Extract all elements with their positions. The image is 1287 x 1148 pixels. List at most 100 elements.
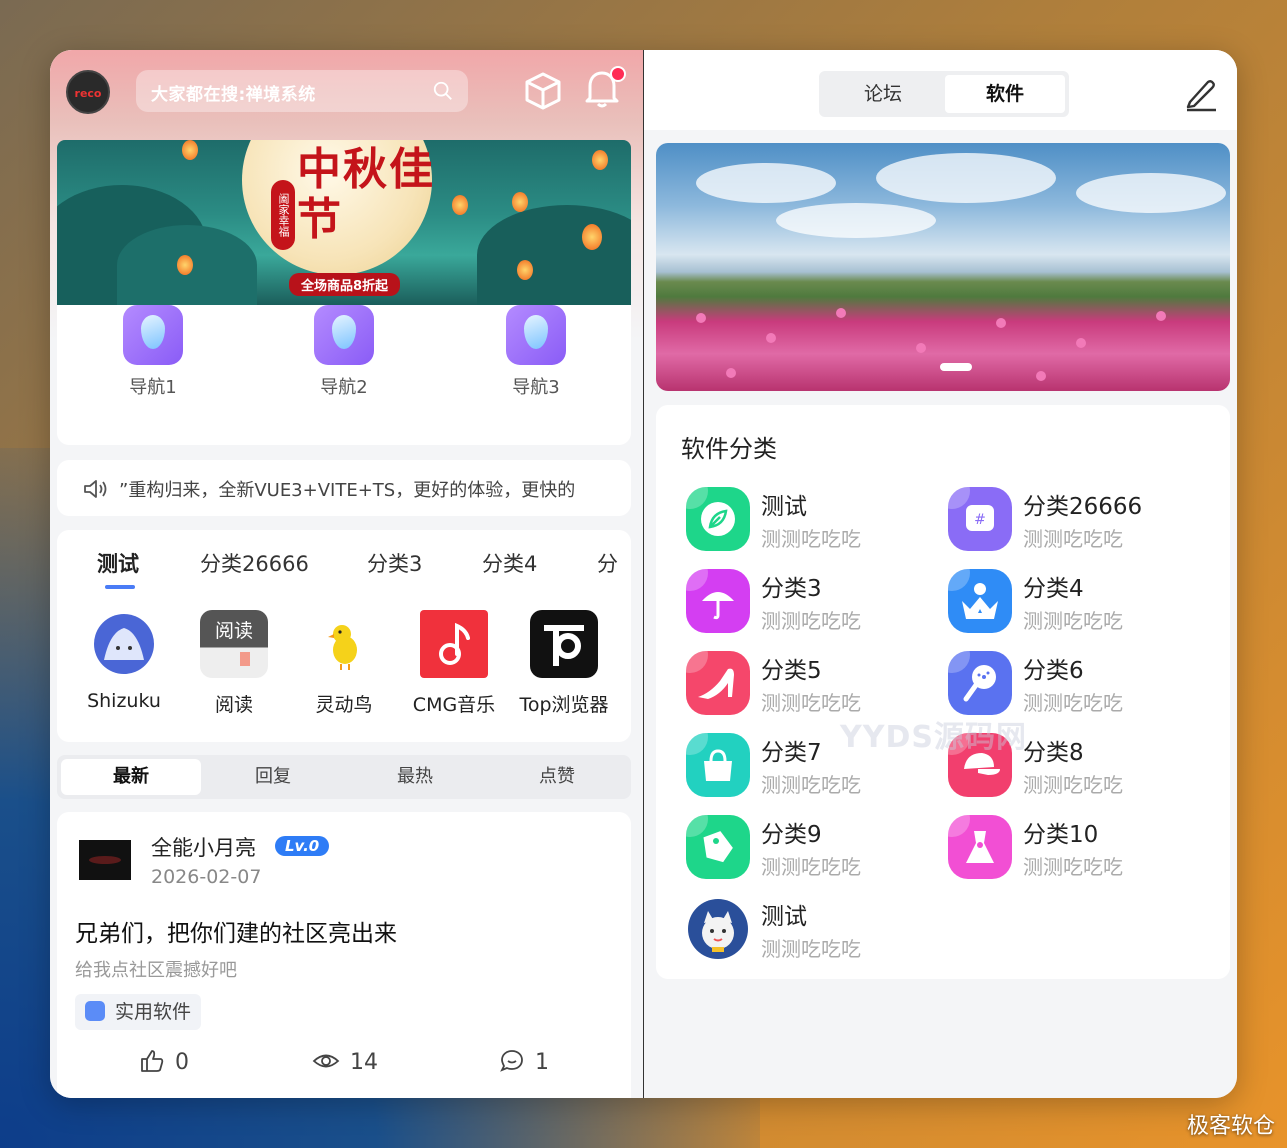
tab-hottest[interactable]: 最热 [345,759,485,795]
post-subtitle: 给我点社区震撼好吧 [75,960,237,981]
category-item[interactable]: 测试 测测吃吃吃 [656,897,916,967]
post-title[interactable]: 兄弟们，把你们建的社区亮出来 [75,914,397,948]
tab-category-26666[interactable]: 分类26666 [200,548,309,578]
tab-software[interactable]: 软件 [945,75,1065,113]
nav-item-3[interactable]: 导航3 [496,305,576,399]
watermark-text: YYDS源码网 [840,720,1027,755]
tab-category-4[interactable]: 分类4 [482,548,537,578]
app-label: Shizuku [87,690,161,712]
water-drop-icon [123,305,183,365]
app-showcase: 测试 分类26666 分类3 分类4 分 Shizuku 阅读 阅读 灵动鸟 C… [57,530,631,742]
svg-text:#: # [974,512,986,528]
speaker-icon [84,480,107,498]
water-drop-icon [314,305,374,365]
app-label: 阅读 [214,694,253,716]
tag-label: 实用软件 [115,1001,192,1023]
segment-control: 论坛 软件 [819,71,1069,117]
nav-grid: 导航1 导航2 导航3 [57,305,631,445]
category-item[interactable]: 分类5 测测吃吃吃 [656,651,916,721]
app-label: CMG音乐 [412,694,496,716]
app-item-shizuku[interactable]: Shizuku [69,610,179,712]
category-name: 分类9 [761,822,822,848]
reader-icon: 阅读 [200,610,268,678]
category-item[interactable]: 分类10 测测吃吃吃 [918,815,1178,885]
app-item-reader[interactable]: 阅读 阅读 [179,610,289,717]
category-item[interactable]: 分类9 测测吃吃吃 [656,815,916,885]
eye-icon [312,1054,340,1068]
like-button[interactable]: 0 [139,1048,189,1075]
view-count-stat: 14 [312,1048,378,1075]
right-header: 论坛 软件 [644,50,1237,130]
category-item[interactable]: # 分类26666 测测吃吃吃 [918,487,1178,557]
category-item[interactable]: 分类6 测测吃吃吃 [918,651,1178,721]
category-item[interactable]: 测试 测测吃吃吃 [656,487,916,557]
microphone-icon [948,651,1012,715]
nav-item-2[interactable]: 导航2 [304,305,384,399]
carousel-indicator[interactable] [940,363,972,371]
like-count: 0 [175,1050,189,1075]
app-item-bird[interactable]: 灵动鸟 [289,610,399,717]
app-card: reco 大家都在搜:禅境系统 阖家幸福 中秋佳节 全场商品8折起 导航1 导航… [50,50,1237,1098]
banner-seal: 阖家幸福 [271,180,295,250]
banner-title: 中秋佳节 [297,144,435,245]
category-name: 分类3 [761,576,822,602]
tab-category-3[interactable]: 分类3 [367,548,422,578]
post-card[interactable]: 全能小月亮 Lv.0 2026-02-07 兄弟们，把你们建的社区亮出来 给我点… [57,812,631,1098]
notice-text: ”重构归来，全新VUE3+VITE+TS，更好的体验，更快的 [119,480,576,501]
sort-tabs: 最新 回复 最热 点赞 [57,755,631,799]
category-desc: 测测吃吃吃 [1023,527,1123,551]
category-name: 分类26666 [1023,494,1143,520]
heel-icon [686,651,750,715]
nav-label: 导航3 [512,377,560,398]
category-desc: 测测吃吃吃 [1023,691,1123,715]
image-carousel[interactable] [656,143,1230,391]
shizuku-icon [90,610,158,678]
promo-banner[interactable]: 阖家幸福 中秋佳节 全场商品8折起 [57,140,631,305]
software-pane: 论坛 软件 软件分类 测试 测测吃吃吃 # 分类26666 测测吃吃吃 分类3 … [644,50,1237,1098]
tab-category-more[interactable]: 分 [597,548,618,578]
tab-likes[interactable]: 点赞 [487,759,627,795]
leaf-icon [686,487,750,551]
category-name: 分类6 [1023,658,1084,684]
banner-promo: 全场商品8折起 [289,273,401,296]
corner-watermark: 极客软仓 [1186,1114,1275,1139]
app-item-cmg-music[interactable]: CMG音乐 [399,610,509,717]
cube-icon[interactable] [522,70,564,112]
nav-label: 导航2 [320,377,368,398]
post-username[interactable]: 全能小月亮 [151,832,256,862]
app-logo[interactable]: reco [66,70,110,114]
category-item[interactable]: 分类4 测测吃吃吃 [918,569,1178,639]
tab-forum[interactable]: 论坛 [823,75,943,113]
umbrella-icon [686,569,750,633]
category-name: 测试 [761,904,807,930]
nav-item-1[interactable]: 导航1 [113,305,193,399]
thumb-up-icon [141,1050,164,1072]
category-name: 分类4 [1023,576,1084,602]
app-item-top-browser[interactable]: Top浏览器 [509,610,619,717]
category-name: 分类10 [1023,822,1099,848]
search-bar[interactable]: 大家都在搜:禅境系统 [136,70,468,112]
edit-pencil-icon[interactable] [1184,76,1218,112]
avatar[interactable] [79,840,131,880]
category-desc: 测测吃吃吃 [761,773,861,797]
bag-icon [686,733,750,797]
category-desc: 测测吃吃吃 [761,527,861,551]
section-title: 软件分类 [681,435,777,463]
search-icon[interactable] [432,80,454,102]
notice-bar[interactable]: ”重构归来，全新VUE3+VITE+TS，更好的体验，更快的 [57,460,631,516]
forum-pane: reco 大家都在搜:禅境系统 阖家幸福 中秋佳节 全场商品8折起 导航1 导航… [50,50,643,1098]
category-item[interactable]: 分类3 测测吃吃吃 [656,569,916,639]
bird-icon [310,610,378,678]
dress-icon [948,815,1012,879]
software-categories: 软件分类 测试 测测吃吃吃 # 分类26666 测测吃吃吃 分类3 测测吃吃吃 … [656,405,1230,979]
category-desc: 测测吃吃吃 [1023,609,1123,633]
tab-category-test[interactable]: 测试 [97,548,139,578]
comment-button[interactable]: 1 [499,1048,549,1075]
category-name: 分类8 [1023,740,1084,766]
crown-icon [948,569,1012,633]
tab-replies[interactable]: 回复 [203,759,343,795]
search-placeholder: 大家都在搜:禅境系统 [151,85,316,105]
category-desc: 测测吃吃吃 [761,937,861,961]
tab-newest[interactable]: 最新 [61,759,201,795]
post-tag[interactable]: 实用软件 [75,994,202,1030]
